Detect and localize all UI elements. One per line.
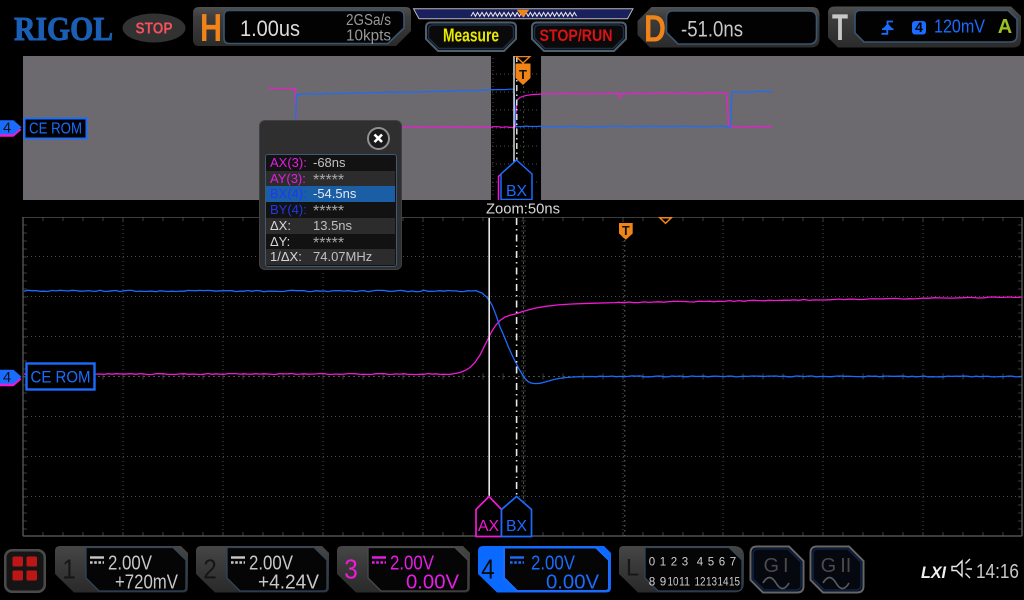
svg-text:120mV: 120mV [934, 16, 986, 37]
svg-text:H: H [200, 7, 222, 50]
svg-text:BX: BX [506, 518, 527, 535]
svg-text:10: 10 [668, 577, 679, 589]
svg-text:Zoom:50ns: Zoom:50ns [486, 201, 560, 218]
svg-text:14:16: 14:16 [976, 561, 1019, 583]
svg-text:0.00V: 0.00V [406, 572, 460, 594]
svg-text:14: 14 [718, 577, 730, 589]
svg-text:Measure: Measure [443, 25, 499, 45]
svg-text:G II: G II [821, 555, 852, 577]
svg-text:0.00V: 0.00V [546, 572, 600, 594]
svg-text:1.00us: 1.00us [240, 16, 300, 41]
svg-text:3: 3 [682, 557, 688, 569]
svg-text:4: 4 [915, 19, 923, 35]
svg-text:3: 3 [344, 554, 358, 585]
svg-text:7: 7 [730, 557, 736, 569]
svg-text:4: 4 [3, 120, 11, 136]
svg-text:AX: AX [478, 518, 499, 535]
svg-text:6: 6 [719, 557, 725, 569]
svg-text:1: 1 [660, 557, 666, 569]
svg-text:+720mV: +720mV [115, 572, 179, 594]
svg-text:STOP: STOP [136, 21, 173, 38]
svg-text:15: 15 [729, 577, 740, 589]
svg-text:4: 4 [481, 554, 495, 585]
svg-text:T: T [832, 7, 848, 48]
svg-text:CE ROM: CE ROM [31, 368, 91, 387]
svg-text:10kpts: 10kpts [346, 28, 391, 45]
svg-text:9: 9 [660, 577, 667, 589]
svg-text:CE ROM: CE ROM [29, 121, 82, 138]
svg-text:T: T [519, 67, 527, 82]
svg-text:4: 4 [3, 370, 11, 386]
svg-text:LXI: LXI [921, 563, 947, 582]
svg-text:G I: G I [763, 555, 788, 577]
svg-text:5: 5 [708, 557, 714, 569]
svg-text:T: T [622, 224, 630, 238]
svg-text:BX: BX [506, 183, 527, 200]
svg-text:A: A [998, 16, 1012, 38]
svg-text:0: 0 [649, 557, 655, 569]
svg-text:STOP/RUN: STOP/RUN [540, 26, 613, 45]
svg-text:12: 12 [695, 577, 706, 589]
svg-text:4: 4 [697, 557, 704, 569]
svg-text:2GSa/s: 2GSa/s [346, 12, 391, 29]
svg-text:1: 1 [62, 554, 76, 585]
svg-text:8: 8 [649, 577, 656, 589]
svg-text:D: D [644, 9, 666, 51]
svg-text:RIGOL: RIGOL [14, 11, 113, 48]
svg-text:13: 13 [706, 577, 717, 589]
svg-text:-51.0ns: -51.0ns [681, 17, 743, 42]
svg-text:11: 11 [679, 577, 690, 589]
svg-text:L: L [626, 555, 639, 582]
svg-text:+4.24V: +4.24V [258, 572, 320, 594]
svg-text:2: 2 [203, 554, 217, 585]
svg-text:2: 2 [671, 557, 677, 569]
